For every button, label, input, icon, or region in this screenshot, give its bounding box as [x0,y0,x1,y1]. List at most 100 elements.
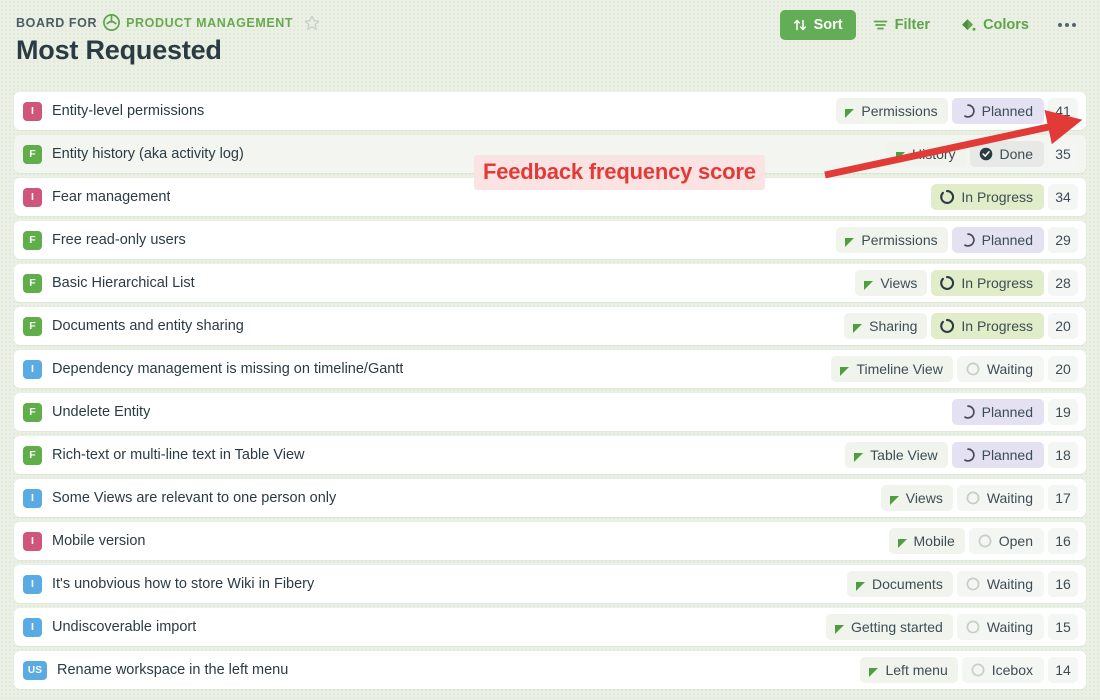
status-badge[interactable]: In Progress [931,313,1044,339]
table-row[interactable]: F Entity history (aka activity log) Histor… [14,135,1086,173]
progress-circle-icon [940,276,955,290]
tag-pill[interactable]: Left menu [860,657,958,683]
colors-button[interactable]: Colors [947,10,1042,40]
row-title: Entity history (aka activity log) [52,146,244,162]
tag-label: Documents [872,576,943,592]
status-badge[interactable]: Planned [951,98,1044,124]
status-badge[interactable]: Icebox [961,657,1044,683]
tag-flag-icon [895,149,906,161]
entity-type-label: F [29,320,36,332]
row-meta: Timeline View Waiting 20 [819,356,1078,382]
row-meta: Permissions Planned 29 [824,227,1078,253]
entity-type-badge: F [23,144,42,164]
tag-pill[interactable]: Getting started [826,614,953,640]
progress-circle-icon [940,190,955,204]
feedback-score: 34 [1048,184,1078,210]
feedback-score: 20 [1048,313,1078,339]
tag-pill[interactable]: Sharing [844,313,928,339]
tag-pill[interactable]: Views [855,270,928,296]
row-meta: Planned 19 [940,399,1078,425]
status-badge[interactable]: Planned [951,399,1044,425]
tag-flag-icon [868,665,879,677]
status-badge[interactable]: Waiting [956,356,1044,382]
tag-pill[interactable]: Views [880,485,953,511]
status-badge[interactable]: Planned [951,442,1044,468]
more-options-button[interactable] [1050,10,1084,40]
table-row[interactable]: F Documents and entity sharing Sharing In P… [14,307,1086,345]
tag-flag-icon [839,364,850,376]
filter-button[interactable]: Filter [860,10,943,40]
status-badge[interactable]: In Progress [931,270,1044,296]
sort-button[interactable]: Sort [779,10,856,40]
table-row[interactable]: F Rich-text or multi-line text in Table V… [14,436,1086,474]
entity-type-badge: I [23,359,42,379]
table-row[interactable]: F Free read-only users Permissions Planned 2… [14,221,1086,259]
tag-pill[interactable]: Documents [847,571,953,597]
entity-type-label: F [29,148,36,160]
status-label: In Progress [961,189,1033,205]
sort-arrows-icon [793,18,807,32]
status-badge[interactable]: Waiting [956,485,1044,511]
tag-pill[interactable]: History [886,141,966,167]
table-row[interactable]: I It's unobvious how to store Wiki in Fib… [14,565,1086,603]
row-title: Entity-level permissions [52,103,205,119]
tag-label: Getting started [851,619,943,635]
feedback-score: 28 [1048,270,1078,296]
row-meta: Views Waiting 17 [869,485,1078,511]
status-badge[interactable]: Waiting [956,614,1044,640]
feedback-score: 15 [1048,614,1078,640]
colors-button-label: Colors [983,17,1029,33]
tag-label: Timeline View [856,361,943,377]
tag-pill[interactable]: Mobile [888,528,965,554]
status-badge[interactable]: In Progress [931,184,1044,210]
status-badge[interactable]: Waiting [956,571,1044,597]
feedback-score: 16 [1048,571,1078,597]
row-title: Documents and entity sharing [52,318,244,334]
status-badge[interactable]: Open [968,528,1044,554]
table-row[interactable]: I Mobile version Mobile Open 16 [14,522,1086,560]
table-row[interactable]: I Undiscoverable import Getting started Wai… [14,608,1086,646]
tag-pill[interactable]: Table View [845,442,948,468]
row-title: Dependency management is missing on time… [52,361,404,377]
tag-label: Permissions [861,232,938,248]
feedback-score: 19 [1048,399,1078,425]
table-row[interactable]: I Dependency management is missing on tim… [14,350,1086,388]
table-row[interactable]: I Entity-level permissions Permissions Plan… [14,92,1086,130]
status-label: Waiting [986,361,1033,377]
row-title: Undiscoverable import [52,619,197,635]
tag-pill[interactable]: Permissions [836,227,948,253]
table-row[interactable]: US Rename workspace in the left menu Left … [14,651,1086,689]
ellipsis-icon [1072,23,1076,27]
entity-type-badge: F [23,445,42,465]
empty-circle-icon [978,534,992,548]
table-row[interactable]: I Fear management In Progress 34 [14,178,1086,216]
tag-flag-icon [852,321,863,333]
tag-pill[interactable]: Permissions [836,98,948,124]
tag-label: Views [880,275,918,291]
status-badge[interactable]: Done [969,141,1044,167]
status-label: Open [998,533,1033,549]
row-meta: In Progress 34 [919,184,1078,210]
tag-flag-icon [853,450,864,462]
empty-circle-icon [966,362,980,376]
empty-circle-icon [966,491,980,505]
tag-pill[interactable]: Timeline View [831,356,953,382]
star-outline-icon[interactable] [303,14,321,32]
table-row[interactable]: F Undelete Entity Planned 19 [14,393,1086,431]
entity-type-label: US [27,664,43,676]
view-toolbar: Sort Filter Colors [779,10,1084,40]
status-badge[interactable]: Planned [951,227,1044,253]
table-row[interactable]: F Basic Hierarchical List Views In Progress… [14,264,1086,302]
tag-flag-icon [844,106,855,118]
status-label: Icebox [991,662,1033,678]
breadcrumb-space-name[interactable]: PRODUCT MANAGEMENT [126,16,293,30]
partial-circle-icon [961,405,975,419]
table-row[interactable]: I Some Views are relevant to one person o… [14,479,1086,517]
row-title: Undelete Entity [52,404,151,420]
row-meta: Permissions Planned 41 [824,98,1078,124]
status-label: Done [999,146,1033,162]
entity-type-label: I [30,105,35,117]
status-label: Planned [981,404,1033,420]
paint-bucket-icon [960,18,976,33]
progress-circle-icon [940,319,955,333]
